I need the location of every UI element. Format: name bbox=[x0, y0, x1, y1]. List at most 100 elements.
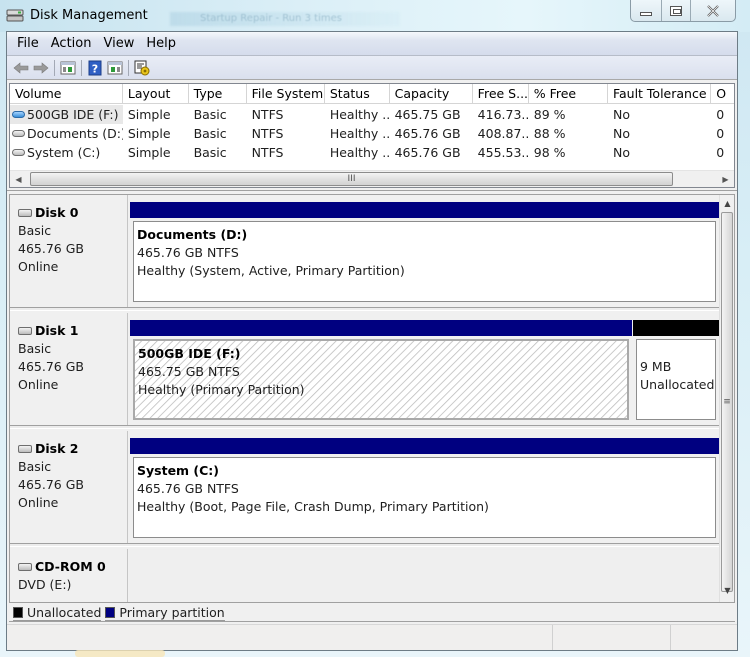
empty-media-area[interactable] bbox=[129, 549, 720, 602]
disk-info[interactable]: Disk 2 Basic 465.76 GB Online bbox=[10, 431, 128, 545]
disk-name: Disk 2 bbox=[18, 440, 127, 458]
svg-text:?: ? bbox=[92, 62, 98, 75]
partition[interactable]: 500GB IDE (F:) 465.75 GB NTFS Healthy (Pri… bbox=[130, 320, 632, 420]
partition-status: Healthy (Boot, Page File, Crash Dump, Pr… bbox=[137, 499, 489, 514]
disk-state: Online bbox=[18, 377, 59, 392]
cell-percent-free: 89 % bbox=[533, 107, 566, 122]
disk-view-vertical-scrollbar[interactable]: ▲ ≡ ▼ bbox=[719, 195, 734, 602]
table-row[interactable]: System (C:) Simple Basic NTFS Healthy ... 465… bbox=[10, 143, 734, 162]
scroll-right-icon[interactable]: ▶ bbox=[717, 171, 734, 187]
pane-splitter[interactable] bbox=[7, 190, 737, 193]
back-button[interactable] bbox=[11, 59, 31, 77]
maximize-button[interactable] bbox=[661, 0, 689, 21]
disk-state: Online bbox=[18, 495, 59, 510]
volume-list-header: Volume Layout Type File System Status Ca… bbox=[10, 84, 734, 104]
volume-icon bbox=[12, 130, 25, 137]
disk-label: Disk 2 bbox=[35, 441, 79, 456]
cell-fault-tolerance: No bbox=[612, 126, 630, 141]
cell-file-system: NTFS bbox=[251, 145, 284, 160]
partition-status: Healthy (Primary Partition) bbox=[138, 382, 305, 397]
legend-swatch-unallocated bbox=[13, 607, 23, 618]
volume-list: Volume Layout Type File System Status Ca… bbox=[9, 83, 735, 188]
cell-capacity: 465.76 GB bbox=[394, 126, 461, 141]
menu-file[interactable]: File bbox=[11, 36, 45, 51]
vertical-scroll-thumb[interactable]: ≡ bbox=[721, 212, 733, 592]
column-header-type[interactable]: Type bbox=[189, 84, 247, 104]
action-pane-icon bbox=[107, 61, 123, 74]
column-header-layout[interactable]: Layout bbox=[123, 84, 189, 104]
disk-graphical-view: Disk 0 Basic 465.76 GB Online Documents (D:)… bbox=[9, 194, 735, 603]
cell-percent-free: 98 % bbox=[533, 145, 566, 160]
cdrom-icon bbox=[18, 563, 32, 571]
disk-info[interactable]: Disk 0 Basic 465.76 GB Online bbox=[10, 195, 128, 309]
close-button[interactable] bbox=[689, 0, 735, 21]
partition-size-fs: 465.76 GB NTFS bbox=[137, 481, 239, 496]
disk-name: Disk 0 bbox=[18, 204, 127, 222]
column-header-volume[interactable]: Volume bbox=[10, 84, 123, 104]
scroll-down-icon[interactable]: ▼ bbox=[720, 582, 734, 598]
table-row[interactable]: Documents (D:) Simple Basic NTFS Healthy ...… bbox=[10, 124, 734, 143]
partition-map: Documents (D:) 465.76 GB NTFS Healthy (Sys… bbox=[130, 202, 720, 302]
disk-info[interactable]: CD-ROM 0 DVD (E:) bbox=[10, 549, 128, 602]
cell-percent-free: 88 % bbox=[533, 126, 566, 141]
menu-help[interactable]: Help bbox=[140, 36, 182, 51]
disk-type: Basic bbox=[18, 459, 52, 474]
column-header-capacity[interactable]: Capacity bbox=[390, 84, 473, 104]
scroll-up-icon[interactable]: ▲ bbox=[720, 195, 734, 211]
cell-free-space: 408.87... bbox=[477, 126, 529, 141]
show-hide-console-tree-button[interactable] bbox=[58, 59, 78, 77]
column-header-file-system[interactable]: File System bbox=[247, 84, 325, 104]
volume-list-horizontal-scrollbar[interactable]: ◀ III ▶ bbox=[10, 170, 734, 187]
cell-layout: Simple bbox=[127, 145, 171, 160]
partition[interactable]: System (C:) 465.76 GB NTFS Healthy (Boot, … bbox=[130, 438, 719, 538]
partition-size-fs: 9 MB bbox=[640, 359, 672, 374]
arrow-left-icon bbox=[13, 61, 29, 74]
unallocated-space[interactable]: 9 MB Unallocated bbox=[633, 320, 719, 420]
disk-info[interactable]: Disk 1 Basic 465.76 GB Online bbox=[10, 313, 128, 427]
disk-size: 465.76 GB bbox=[18, 241, 84, 256]
partition[interactable]: Documents (D:) 465.76 GB NTFS Healthy (Sys… bbox=[130, 202, 719, 302]
primary-partition-bar bbox=[130, 320, 632, 336]
volume-icon bbox=[12, 149, 25, 156]
partition-status: Healthy (System, Active, Primary Partiti… bbox=[137, 263, 405, 278]
table-row[interactable]: 500GB IDE (F:) Simple Basic NTFS Healthy ...… bbox=[10, 105, 734, 124]
properties-button[interactable] bbox=[132, 59, 152, 77]
status-bar bbox=[7, 624, 737, 650]
partition-body: 500GB IDE (F:) 465.75 GB NTFS Healthy (Pri… bbox=[133, 339, 629, 420]
cell-status: Healthy ... bbox=[329, 126, 390, 141]
column-header-percent-free[interactable]: % Free bbox=[529, 84, 608, 104]
column-header-overhead[interactable]: O bbox=[711, 84, 734, 104]
minimize-button[interactable] bbox=[631, 0, 661, 21]
show-hide-action-pane-button[interactable] bbox=[105, 59, 125, 77]
disk-size: 465.76 GB bbox=[18, 477, 84, 492]
toolbar-separator bbox=[54, 59, 55, 76]
column-header-free-space[interactable]: Free S... bbox=[473, 84, 529, 104]
disk-icon bbox=[18, 209, 32, 217]
legend-label: Unallocated bbox=[27, 605, 102, 620]
help-button[interactable]: ? bbox=[85, 59, 105, 77]
disk-name: Disk 1 bbox=[18, 322, 127, 340]
toolbar-separator bbox=[81, 59, 82, 76]
disk-type: Basic bbox=[18, 223, 52, 238]
menu-action[interactable]: Action bbox=[45, 36, 98, 51]
primary-partition-bar bbox=[130, 438, 719, 454]
taskbar-hint bbox=[75, 650, 165, 657]
scroll-left-icon[interactable]: ◀ bbox=[10, 171, 27, 187]
properties-icon bbox=[134, 60, 150, 75]
partition-body: System (C:) 465.76 GB NTFS Healthy (Boot, … bbox=[133, 457, 716, 538]
cell-free-space: 416.73... bbox=[477, 107, 529, 122]
window-title: Disk Management bbox=[30, 8, 148, 23]
forward-button[interactable] bbox=[31, 59, 51, 77]
cell-layout: Simple bbox=[127, 126, 171, 141]
volume-name: 500GB IDE (F:) bbox=[27, 107, 119, 122]
disk-management-icon bbox=[6, 7, 24, 23]
horizontal-scroll-thumb[interactable]: III bbox=[30, 172, 673, 186]
primary-partition-bar bbox=[130, 202, 719, 218]
partition-title: Documents (D:) bbox=[137, 227, 248, 242]
menu-view[interactable]: View bbox=[97, 36, 140, 51]
column-header-status[interactable]: Status bbox=[325, 84, 390, 104]
disk-label: CD-ROM 0 bbox=[35, 559, 106, 574]
disk-name: CD-ROM 0 bbox=[18, 558, 127, 576]
partition-body: 9 MB Unallocated bbox=[636, 339, 716, 420]
column-header-fault-tolerance[interactable]: Fault Tolerance bbox=[608, 84, 712, 104]
